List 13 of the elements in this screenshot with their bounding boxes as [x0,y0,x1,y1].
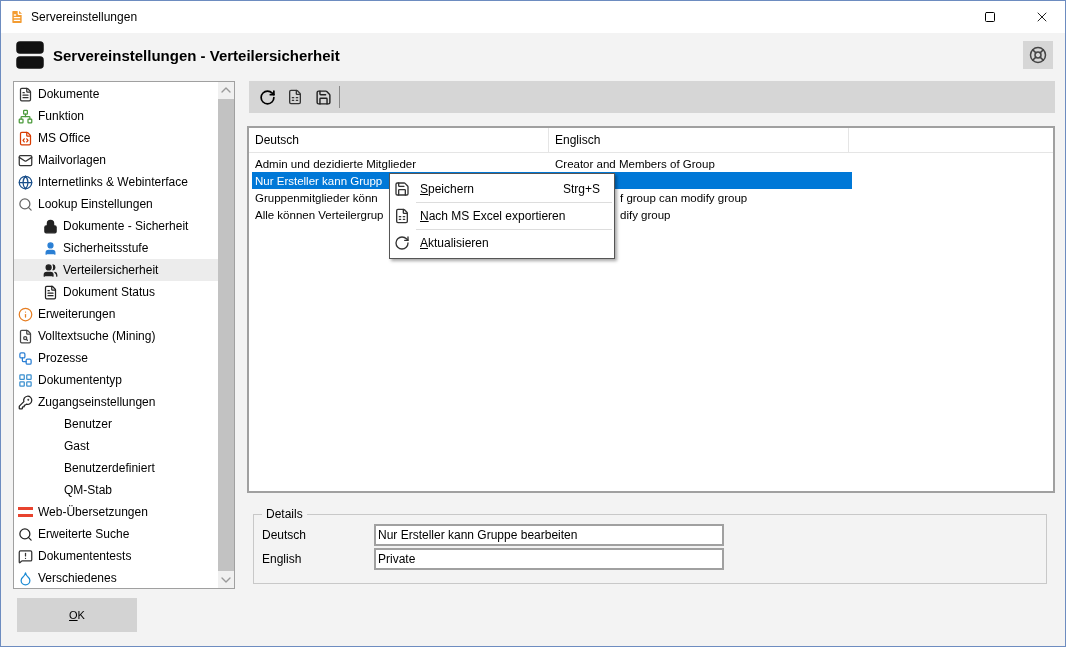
table-cell: dify group [620,208,671,221]
page-title: Servereinstellungen - Verteilersicherheit [53,46,341,64]
field-label: English [262,552,303,566]
shortcut-label: Strg+S [562,182,600,196]
table-cell: Nur Ersteller kann Grupp [255,174,383,187]
table-cell: Admin und dezidierte Mitglieder [255,157,417,170]
table-cell: Alle können Verteilergrup [255,208,384,221]
table-cell: Gruppenmitglieder könn [255,191,378,204]
table-cell: Creator and Members of Group [555,157,715,170]
field-label: Deutsch [262,528,308,542]
table-cell: f group can modify group [620,191,748,204]
group-title: Details [265,507,304,521]
window-title: Servereinstellungen [31,10,139,24]
